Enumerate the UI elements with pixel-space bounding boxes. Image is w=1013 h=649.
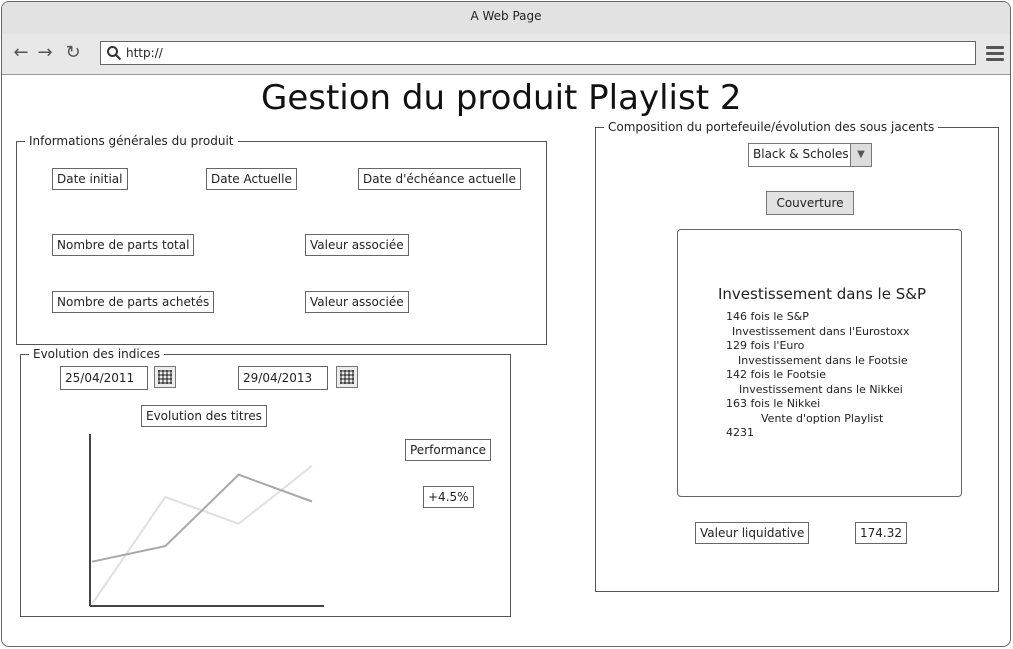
line-chart (89, 434, 324, 607)
calendar-icon[interactable] (154, 366, 176, 388)
composition-line: 146 fois le S&P (726, 310, 809, 323)
window-title: A Web Page (470, 9, 542, 23)
composition-line: 4231 (726, 426, 754, 439)
composition-line: 163 fois le Nikkei (726, 397, 821, 410)
composition-line: 129 fois l'Euro (726, 339, 805, 352)
page-title: Gestion du produit Playlist 2 (261, 78, 742, 118)
date-start-input[interactable]: 25/04/2011 (60, 366, 148, 390)
window-titlebar: A Web Page (2, 2, 1010, 35)
composition-line: 142 fois le Footsie (726, 368, 826, 381)
forward-arrow-icon[interactable]: → (34, 42, 56, 64)
url-text: http:// (126, 46, 163, 60)
valeur-associee-achetes-field[interactable]: Valeur associée (305, 291, 409, 313)
valeur-associee-total-field[interactable]: Valeur associée (305, 234, 409, 256)
model-select-value: Black & Scholes (753, 147, 849, 161)
back-arrow-icon[interactable]: ← (10, 42, 32, 64)
parts-total-field[interactable]: Nombre de parts total (52, 234, 195, 256)
investment-panel: Investissement dans le S&P 146 fois le S… (677, 229, 962, 497)
date-actuelle-field[interactable]: Date Actuelle (206, 168, 297, 190)
series-line-2 (91, 473, 313, 563)
series-line-1 (91, 465, 313, 605)
date-initial-field[interactable]: Date initial (52, 168, 128, 190)
browser-window: A Web Page ← → ↻ http:// Gestion du prod… (1, 1, 1011, 647)
chevron-down-icon[interactable]: ▼ (850, 144, 871, 166)
browser-toolbar: ← → ↻ http:// (2, 34, 1010, 75)
valeur-liquidative-value: 174.32 (855, 522, 907, 544)
parts-achetes-field[interactable]: Nombre de parts achetés (52, 291, 215, 313)
model-select[interactable]: Black & Scholes ▼ (748, 143, 872, 167)
investment-panel-title: Investissement dans le S&P (718, 285, 926, 303)
address-bar[interactable]: http:// (100, 41, 976, 65)
couverture-button[interactable]: Couverture (766, 191, 854, 215)
calendar-icon[interactable] (336, 366, 358, 388)
performance-value: +4.5% (423, 486, 474, 508)
date-end-input[interactable]: 29/04/2013 (238, 366, 328, 390)
date-echeance-field[interactable]: Date d'échéance actuelle (358, 168, 521, 190)
composition-line: Investissement dans l'Eurostoxx (732, 325, 910, 338)
info-legend: Informations générales du produit (29, 134, 234, 148)
evolution-legend: Evolution des indices (33, 347, 160, 361)
composition-line: Vente d'option Playlist (761, 412, 884, 425)
evolution-titres-label: Evolution des titres (141, 405, 267, 427)
valeur-liquidative-label: Valeur liquidative (695, 522, 810, 544)
hamburger-menu-icon[interactable] (986, 46, 1004, 61)
reload-icon[interactable]: ↻ (62, 42, 84, 64)
composition-line: Investissement dans le Nikkei (739, 383, 903, 396)
performance-label: Performance (405, 439, 492, 461)
composition-line: Investissement dans le Footsie (738, 354, 908, 367)
composition-legend: Composition du portefeuile/évolution des… (608, 120, 935, 134)
search-icon (107, 46, 122, 61)
